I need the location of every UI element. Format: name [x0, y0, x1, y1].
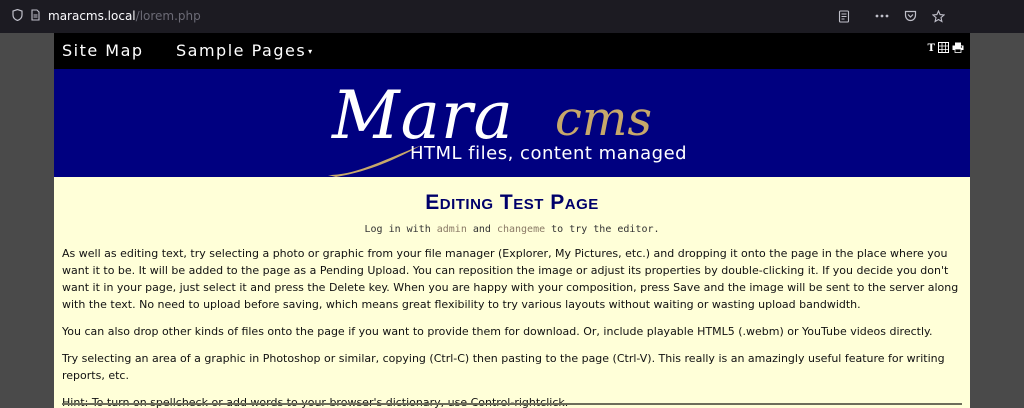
login-and: and — [466, 224, 497, 235]
top-navigation: Site Map Sample Pages ▾ T — [54, 33, 970, 69]
url-bar[interactable]: maracms.local/lorem.php — [48, 9, 201, 23]
chevron-down-icon: ▾ — [308, 47, 314, 56]
nav-site-map[interactable]: Site Map — [62, 41, 144, 60]
bookmark-star-icon[interactable] — [928, 6, 948, 26]
login-note: Log in with admin and changeme to try th… — [62, 224, 962, 235]
nav-sample-pages-label: Sample Pages — [176, 41, 307, 60]
more-icon[interactable] — [872, 6, 892, 26]
url-host: maracms.local — [48, 9, 136, 23]
divider — [62, 403, 962, 405]
login-username: admin — [436, 224, 467, 235]
page-viewport: Site Map Sample Pages ▾ T Mara cms HTML f… — [0, 33, 1024, 408]
editor-tools: T — [928, 42, 964, 56]
login-prefix: Log in with — [364, 224, 437, 235]
paragraph-drop-images: As well as editing text, try selecting a… — [62, 247, 959, 311]
url-path: /lorem.php — [135, 9, 201, 23]
logo-cms-text: cms — [555, 91, 653, 147]
print-icon[interactable] — [952, 42, 964, 56]
shield-icon[interactable] — [12, 8, 23, 24]
site-container: Site Map Sample Pages ▾ T Mara cms HTML f… — [54, 33, 970, 408]
page-icon[interactable] — [30, 9, 41, 24]
text-tool-button[interactable]: T — [928, 42, 935, 56]
main-content[interactable]: Editing Test Page Log in with admin and … — [54, 191, 970, 408]
page-title: Editing Test Page — [425, 191, 599, 214]
paragraph-paste-graphics: Try selecting an area of a graphic in Ph… — [62, 352, 945, 382]
paragraph-spellcheck-hint: Hint: To turn on spellcheck or add words… — [62, 396, 569, 408]
paragraph-drop-files: You can also drop other kinds of files o… — [62, 325, 933, 338]
site-logo[interactable]: Mara cms HTML files, content managed — [328, 77, 692, 177]
browser-toolbar: maracms.local/lorem.php — [0, 0, 1024, 33]
site-banner: Mara cms HTML files, content managed — [54, 69, 970, 177]
login-suffix: to try the editor. — [545, 224, 660, 235]
reader-view-icon[interactable] — [834, 6, 854, 26]
logo-tagline: HTML files, content managed — [410, 143, 688, 164]
pocket-icon[interactable] — [900, 6, 920, 26]
grid-icon[interactable] — [938, 42, 949, 56]
nav-sample-pages[interactable]: Sample Pages ▾ — [176, 41, 314, 60]
login-password: changeme — [496, 224, 546, 235]
